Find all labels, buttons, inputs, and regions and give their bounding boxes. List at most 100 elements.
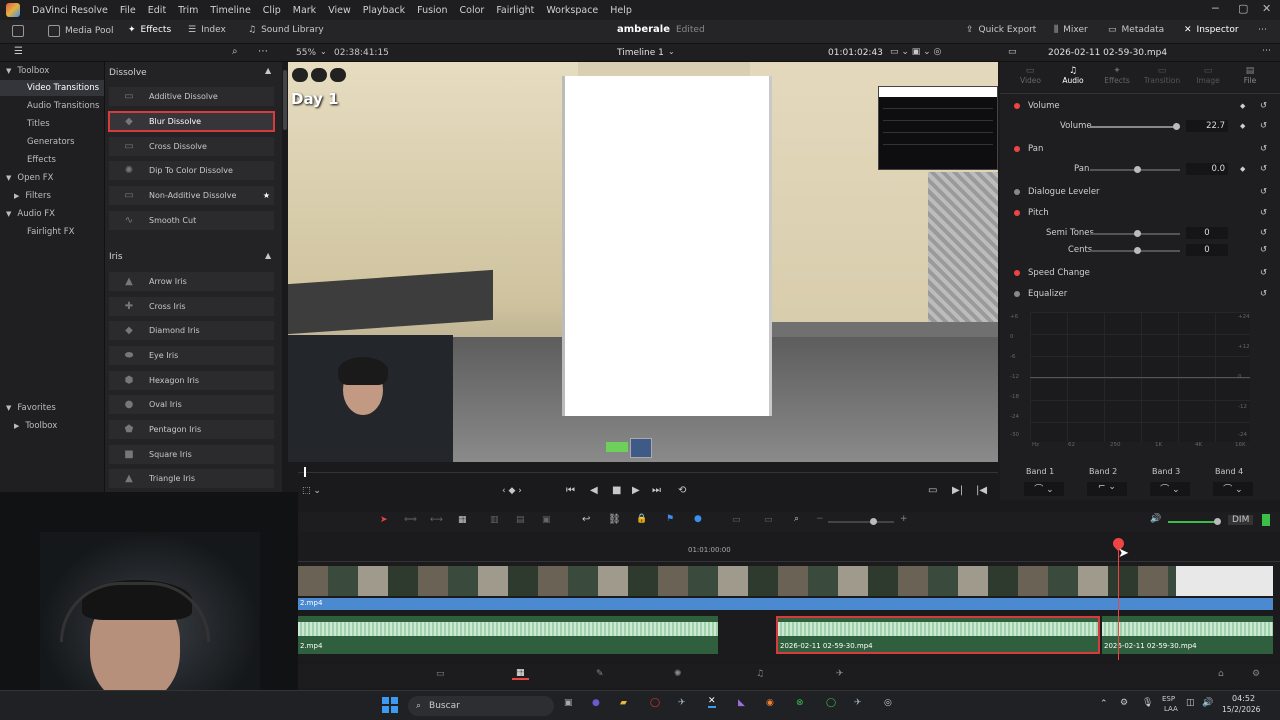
search-icon[interactable]: ⌕	[232, 46, 238, 57]
skip-back-icon[interactable]: ⏮	[566, 485, 575, 496]
cents-slider[interactable]	[1090, 247, 1180, 254]
prev-edit-icon[interactable]: |◀	[976, 485, 987, 496]
menu-trim[interactable]: Trim	[172, 5, 204, 16]
enable-dot-icon[interactable]	[1014, 146, 1020, 152]
tray-app-icon[interactable]: ⚙	[1120, 698, 1128, 708]
inspector-button[interactable]: ✕ Inspector	[1184, 25, 1239, 35]
speaker-icon[interactable]: 🔊	[1150, 514, 1161, 524]
index-button[interactable]: ☰ Index	[188, 25, 226, 35]
fusion-page-icon[interactable]: ✺	[674, 669, 682, 679]
maximize-icon[interactable]: ▢	[1238, 2, 1248, 15]
home-icon[interactable]: ⌂	[1218, 669, 1224, 679]
menu-clip[interactable]: Clip	[257, 5, 287, 16]
tab-transition[interactable]: ▭ Transition	[1140, 66, 1184, 85]
zoom-full-icon[interactable]: ▭	[732, 515, 741, 525]
reset-icon[interactable]: ↺	[1260, 164, 1267, 174]
reset-icon[interactable]: ↺	[1260, 245, 1267, 255]
effect-cross-iris[interactable]: ✚ Cross Iris	[109, 297, 274, 316]
enable-dot-icon[interactable]	[1014, 210, 1020, 216]
davinci-taskbar-icon[interactable]: ✕	[708, 696, 716, 708]
effect-square-iris[interactable]: ■ Square Iris	[109, 445, 274, 464]
menu-file[interactable]: File	[114, 5, 142, 16]
zoom-out-icon[interactable]: −	[816, 514, 824, 524]
reset-icon[interactable]: ↺	[1260, 228, 1267, 238]
list-view-icon[interactable]: ☰	[14, 46, 23, 57]
dialogue-leveler-section[interactable]: Dialogue Leveler ↺	[1000, 182, 1280, 202]
overwrite-clip-icon[interactable]: ▤	[516, 515, 525, 525]
effect-non-additive-dissolve[interactable]: ▭ Non-Additive Dissolve ★	[109, 186, 274, 205]
enable-dot-icon[interactable]	[1014, 270, 1020, 276]
scrubber-bar[interactable]	[298, 464, 998, 480]
metadata-button[interactable]: ▭ Metadata	[1108, 25, 1164, 35]
microphone-icon[interactable]: 🎙	[1142, 698, 1153, 708]
audio-clip-2-selected[interactable]: 2026-02-11 02-59-30.mp4	[776, 616, 1100, 654]
effect-diamond-iris[interactable]: ◆ Diamond Iris	[109, 321, 274, 340]
visual-studio-icon[interactable]: ◣	[738, 698, 745, 708]
reverse-icon[interactable]: ◀	[590, 485, 598, 496]
keyboard-layout-label[interactable]: LAA	[1164, 705, 1178, 713]
zoom-custom-icon[interactable]: ⌕	[794, 514, 799, 524]
reset-icon[interactable]: ↺	[1260, 268, 1267, 278]
tree-fav-toolbox[interactable]: ▶ Toolbox	[0, 418, 104, 434]
keyframe-icon[interactable]: ◆	[1240, 165, 1245, 173]
cents-value[interactable]: 0	[1186, 244, 1228, 256]
zoom-level[interactable]: 55%	[296, 48, 316, 58]
effect-arrow-iris[interactable]: ▲ Arrow Iris	[109, 272, 274, 291]
timeline-ruler[interactable]: 01:01:00:00	[298, 532, 1280, 562]
media-pool-button[interactable]: Media Pool	[48, 25, 114, 37]
minimize-icon[interactable]: ─	[1212, 2, 1219, 15]
menu-fusion[interactable]: Fusion	[411, 5, 453, 16]
replace-clip-icon[interactable]: ▣	[542, 515, 551, 525]
close-icon[interactable]: ✕	[1262, 2, 1271, 15]
file-explorer-icon[interactable]: ▰	[620, 698, 627, 708]
settings-icon[interactable]: ⚙	[1252, 669, 1260, 679]
effect-dip-to-color-dissolve[interactable]: ✺ Dip To Color Dissolve	[109, 161, 274, 180]
tree-favorites[interactable]: ▼ Favorites	[0, 400, 104, 416]
reset-icon[interactable]: ↺	[1260, 187, 1267, 197]
stop-icon[interactable]: ■	[612, 485, 621, 496]
jog-control-icon[interactable]: ‹ ◆ ›	[502, 486, 522, 496]
favorite-star-icon[interactable]: ★	[263, 191, 270, 200]
effect-hexagon-iris[interactable]: ⬢ Hexagon Iris	[109, 371, 274, 390]
next-edit-icon[interactable]: ▶|	[952, 485, 963, 496]
effect-eye-iris[interactable]: ⬬ Eye Iris	[109, 346, 274, 365]
network-icon[interactable]: ◫	[1186, 698, 1195, 708]
volume-value[interactable]: 22.7	[1186, 120, 1228, 132]
volume-slider[interactable]	[1090, 123, 1180, 130]
speed-change-section[interactable]: Speed Change ↺	[1000, 263, 1280, 283]
more-options-icon[interactable]: ⋯	[1258, 25, 1267, 35]
band-4-filter-select[interactable]: ⌒ ⌄	[1213, 482, 1253, 496]
windows-start-icon[interactable]	[382, 697, 398, 713]
snapping-icon[interactable]: ↩	[582, 514, 590, 525]
video-clip[interactable]: 2.mp4	[298, 598, 1273, 610]
keyframe-icon[interactable]: ◆	[1240, 102, 1245, 110]
menu-color[interactable]: Color	[454, 5, 491, 16]
zoom-dropdown-icon[interactable]: ⌄	[320, 47, 327, 56]
tree-effects[interactable]: Effects	[0, 152, 104, 168]
collapse-icon[interactable]: ▲	[265, 66, 271, 75]
effects-button[interactable]: ✦ Effects	[128, 25, 171, 35]
semi-tones-value[interactable]: 0	[1186, 227, 1228, 239]
cut-page-icon[interactable]: ▦	[512, 668, 529, 680]
reset-icon[interactable]: ↺	[1260, 289, 1267, 299]
band-2-filter-select[interactable]: ⌐ ⌄	[1087, 482, 1127, 496]
menu-playback[interactable]: Playback	[357, 5, 411, 16]
steam-app-icon[interactable]: ✈	[854, 698, 862, 708]
options-icon[interactable]: ⋯	[258, 46, 268, 57]
enable-dot-icon[interactable]	[1014, 291, 1020, 297]
clock-time[interactable]: 04:52	[1232, 694, 1255, 703]
reset-icon[interactable]: ↺	[1260, 101, 1267, 111]
flag-icon[interactable]: ⚑	[666, 514, 674, 524]
taskbar-search[interactable]: ⌕ Buscar	[408, 696, 554, 716]
enable-dot-icon[interactable]	[1014, 189, 1020, 195]
crop-icon[interactable]: ⬚ ⌄	[302, 486, 321, 496]
media-page-icon[interactable]: ▭	[436, 669, 445, 679]
effect-pentagon-iris[interactable]: ⬟ Pentagon Iris	[109, 420, 274, 439]
reset-icon[interactable]: ↺	[1260, 208, 1267, 218]
menu-view[interactable]: View	[322, 5, 357, 16]
reset-icon[interactable]: ↺	[1260, 144, 1267, 154]
tab-video[interactable]: ▭ Video	[1020, 66, 1041, 85]
tree-filters[interactable]: ▶ Filters	[0, 188, 104, 204]
selection-tool-icon[interactable]: ➤	[380, 515, 388, 525]
skip-forward-icon[interactable]: ⏭	[652, 485, 661, 496]
